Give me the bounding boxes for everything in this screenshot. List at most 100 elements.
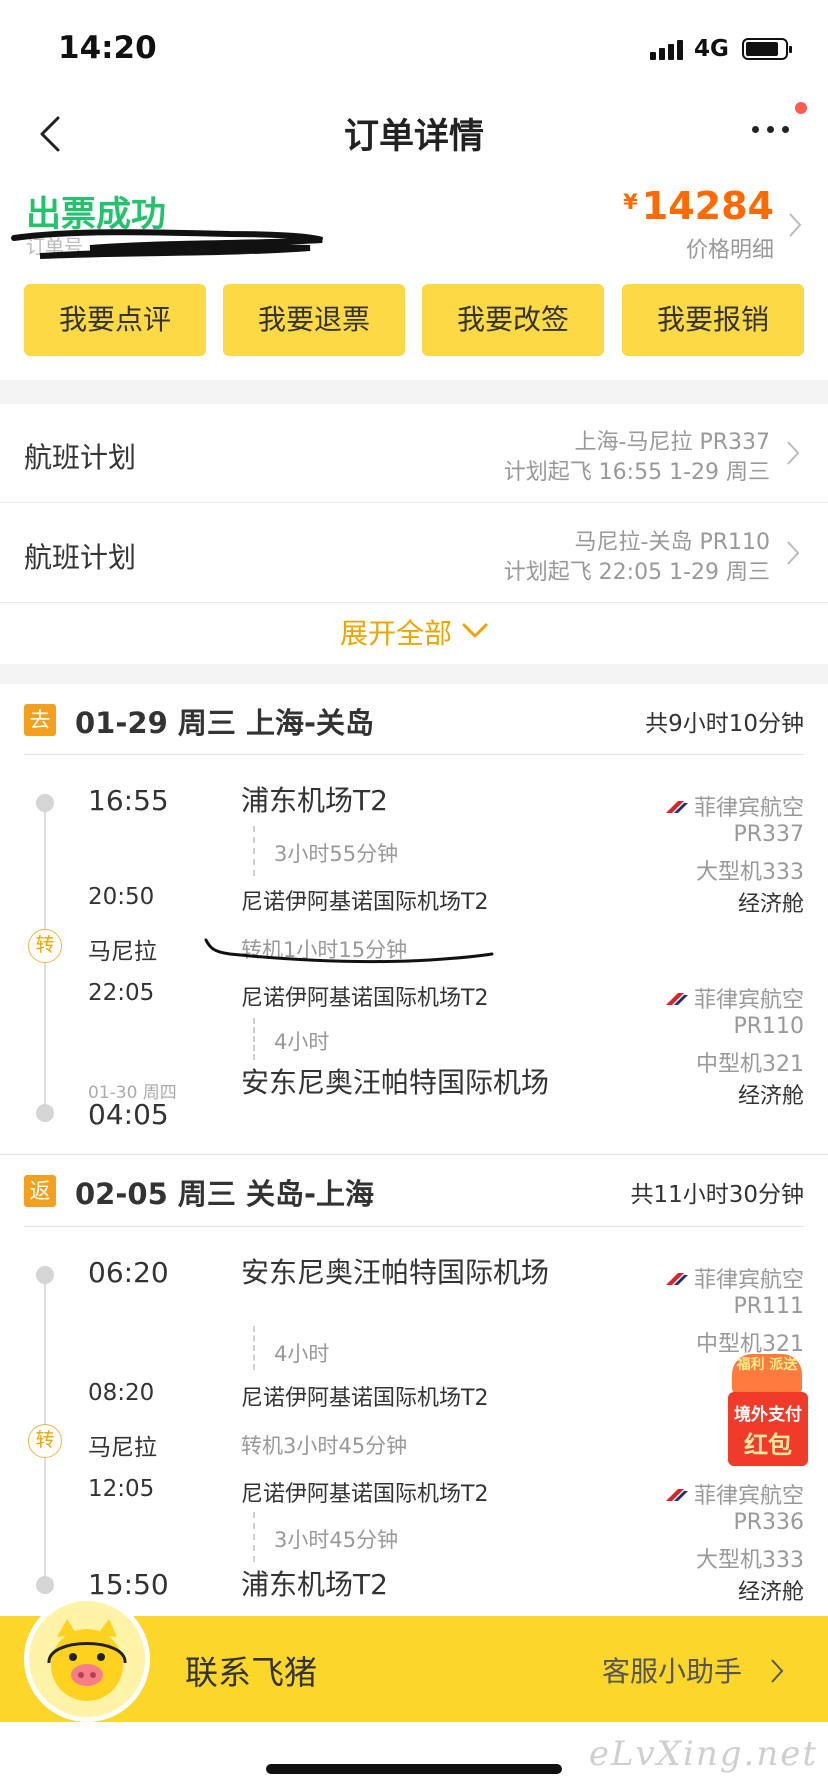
promo-top-label: 福利 派送: [732, 1354, 802, 1394]
flight-duration: 4小时: [274, 1342, 330, 1366]
expand-all-button[interactable]: 展开全部: [0, 604, 828, 664]
departure-airport: 浦东机场T2: [241, 784, 388, 817]
aircraft-type: 大型机333: [696, 1548, 804, 1573]
flight-plan-row[interactable]: 航班计划 上海-马尼拉 PR337 计划起飞 16:55 1-29 周三: [0, 404, 828, 503]
arrival-airport: 尼诺伊阿基诺国际机场T2: [241, 890, 489, 915]
return-title: 02-05 周三 关岛-上海: [75, 1177, 374, 1211]
chevron-right-icon: [787, 441, 800, 465]
airline-logo-icon: [665, 993, 688, 1005]
section-gap: [0, 380, 828, 404]
duration-dash: [253, 1512, 255, 1562]
pig-mascot-icon: [24, 1596, 150, 1722]
timeline-dot: [36, 1266, 54, 1284]
page-title: 订单详情: [343, 117, 484, 157]
promo-red-packet[interactable]: 福利 派送 境外支付 红包: [722, 1340, 814, 1468]
divider: [24, 754, 804, 755]
departure-time: 06:20: [88, 1256, 169, 1289]
arrival-time: 15:50: [88, 1568, 169, 1601]
promo-line1: 境外支付: [734, 1405, 802, 1425]
section-gap: [0, 664, 828, 684]
flight-duration: 4小时: [274, 1030, 330, 1054]
return-header: 返 02-05 周三 关岛-上海 共11小时30分钟: [0, 1155, 828, 1227]
airline: 菲律宾航空: [664, 790, 804, 822]
chevron-right-icon[interactable]: [788, 212, 802, 238]
order-price: ¥14284: [623, 184, 774, 228]
battery-icon: [742, 38, 792, 60]
cabin-class: 经济舱: [737, 1580, 804, 1605]
price-value: 14284: [641, 184, 774, 228]
nav-bar: 订单详情: [0, 96, 828, 168]
airline-name: 菲律宾航空: [693, 988, 804, 1013]
airline-logo-icon: [665, 1273, 688, 1285]
flight-duration: 3小时45分钟: [274, 1528, 399, 1552]
arrival-airport: 安东尼奥汪帕特国际机场: [241, 1066, 550, 1099]
flight-plan-time: 计划起飞 22:05 1-29 周三: [503, 560, 770, 585]
redaction-scribble: [11, 229, 323, 259]
transfer-city: 马尼拉: [88, 939, 157, 965]
airline-logo-icon: [665, 1489, 688, 1501]
promo-body: 境外支付 红包: [728, 1392, 808, 1466]
signal-icon: [650, 38, 686, 60]
flight-plan-row[interactable]: 航班计划 马尼拉-关岛 PR110 计划起飞 22:05 1-29 周三: [0, 504, 828, 603]
arrival-airport: 浦东机场T2: [241, 1568, 388, 1601]
chevron-right-icon[interactable]: [770, 1658, 784, 1684]
more-icon[interactable]: [752, 122, 796, 136]
outbound-badge: 去: [24, 704, 56, 736]
airline-name: 菲律宾航空: [693, 796, 804, 821]
price-currency: ¥: [623, 190, 638, 214]
departure-airport: 尼诺伊阿基诺国际机场T2: [241, 1482, 489, 1507]
flight-duration: 3小时55分钟: [274, 842, 399, 866]
notification-dot: [795, 102, 807, 114]
divider: [24, 1226, 804, 1227]
duration-dash: [253, 1018, 255, 1060]
chevron-down-icon: [462, 623, 488, 638]
airline: 菲律宾航空: [664, 1262, 804, 1294]
flight-number: PR336: [733, 1510, 804, 1535]
duration-dash: [253, 1326, 255, 1370]
home-indicator: [266, 1764, 562, 1774]
arrival-time: 20:50: [88, 884, 155, 910]
departure-airport: 安东尼奥汪帕特国际机场: [241, 1256, 550, 1289]
departure-time: 16:55: [88, 784, 169, 817]
flight-number: PR110: [733, 1014, 804, 1039]
airline: 菲律宾航空: [664, 982, 804, 1014]
departure-time: 22:05: [88, 980, 155, 1006]
flight-plan-label: 航班计划: [24, 441, 137, 474]
flight-plan-label: 航班计划: [24, 541, 137, 574]
network-label: 4G: [694, 36, 729, 62]
flight-plan-time: 计划起飞 16:55 1-29 周三: [503, 460, 770, 485]
expand-all-label: 展开全部: [339, 617, 452, 650]
flight-plan-route: 马尼拉-关岛 PR110: [574, 530, 770, 555]
duration-dash: [253, 826, 255, 876]
airline: 菲律宾航空: [664, 1478, 804, 1510]
pig-face-icon: [47, 1619, 127, 1701]
pen-annotation: [204, 938, 494, 964]
outbound-title: 01-29 周三 上海-关岛: [75, 706, 374, 740]
customer-service-label[interactable]: 客服小助手: [602, 1650, 742, 1690]
return-badge: 返: [24, 1175, 56, 1207]
change-button[interactable]: 我要改签: [422, 284, 604, 356]
promo-line2: 红包: [744, 1431, 792, 1459]
arrival-time: 04:05: [88, 1098, 169, 1131]
action-buttons: 我要点评 我要退票 我要改签 我要报销: [24, 284, 804, 356]
outbound-header: 去 01-29 周三 上海-关岛 共9小时10分钟: [0, 684, 828, 756]
airline-name: 菲律宾航空: [693, 1268, 804, 1293]
transfer-duration: 转机3小时45分钟: [241, 1434, 408, 1458]
arrival-time: 08:20: [88, 1380, 155, 1406]
refund-button[interactable]: 我要退票: [223, 284, 405, 356]
contact-fliggy-label[interactable]: 联系飞猪: [185, 1646, 317, 1694]
cabin-class: 经济舱: [737, 892, 804, 917]
transfer-badge: 转: [28, 1424, 62, 1458]
status-bar: 14:20 4G: [0, 0, 828, 96]
price-detail-link[interactable]: 价格明细: [686, 232, 774, 264]
chevron-right-icon: [787, 541, 800, 565]
arrival-airport: 尼诺伊阿基诺国际机场T2: [241, 1386, 489, 1411]
flight-number: PR337: [733, 822, 804, 847]
aircraft-type: 中型机321: [696, 1052, 804, 1077]
reimburse-button[interactable]: 我要报销: [622, 284, 804, 356]
timeline-dot: [36, 1104, 54, 1122]
review-button[interactable]: 我要点评: [24, 284, 206, 356]
departure-airport: 尼诺伊阿基诺国际机场T2: [241, 986, 489, 1011]
airline-name: 菲律宾航空: [693, 1484, 804, 1509]
departure-time: 12:05: [88, 1476, 155, 1502]
